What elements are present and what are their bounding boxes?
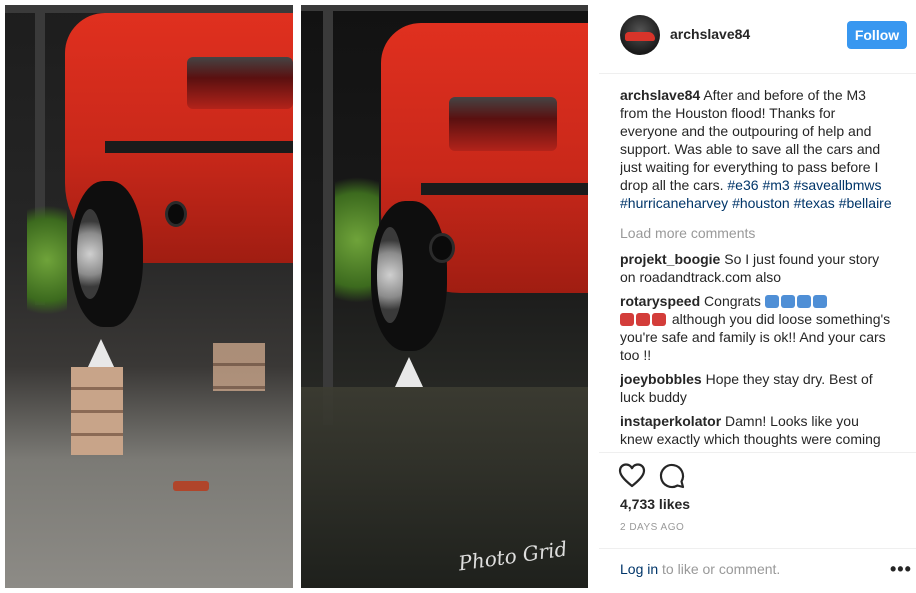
hashtag[interactable]: #hurricaneharvey [620,195,728,211]
hashtag[interactable]: #texas [794,195,835,211]
clap-emoji-icon [812,295,827,308]
post-timestamp[interactable]: 2 DAYS AGO [620,522,684,533]
hashtag[interactable]: #bellaire [839,195,892,211]
bumper-trim [105,141,293,153]
comment-username[interactable]: instaperkolator [620,413,721,429]
comment-text: Congrats [704,293,761,309]
caption-username[interactable]: archslave84 [620,87,700,103]
hundred-emoji-icon [620,313,634,326]
taillight [187,57,293,109]
comment-item: projekt_boogie So I just found your stor… [620,250,892,286]
comments-list[interactable]: archslave84 After and before of the M3 f… [620,86,892,452]
exhaust-tip [429,233,455,263]
outside-greenery [27,195,67,325]
wheel-rim [77,209,103,299]
caption: archslave84 After and before of the M3 f… [620,86,892,212]
hashtag[interactable]: #houston [732,195,790,211]
login-prompt-text: to like or comment. [658,561,781,577]
hundred-emoji-icon [636,313,650,326]
clap-emoji-icon [796,295,811,308]
taillight [449,97,557,151]
ceiling-beam [5,5,293,13]
debris [173,481,209,491]
brick-stack-back [213,343,265,391]
post-header: archslave84 Follow [599,0,916,74]
exhaust-tip [165,201,187,227]
jack-stand [395,357,423,387]
clap-emoji-icon [764,295,779,308]
post-footer: Log in to like or comment. ••• [599,548,916,593]
comment-item: joeybobbles Hope they stay dry. Best of … [620,370,892,406]
post-actions: 4,733 likes 2 DAYS AGO [599,452,916,548]
garage-post [323,5,333,425]
login-link[interactable]: Log in [620,561,658,577]
login-prompt: Log in to like or comment. [620,561,780,577]
load-more-comments-link[interactable]: Load more comments [620,224,892,242]
hashtag[interactable]: #e36 [727,177,758,193]
hundred-emoji-icon [652,313,666,326]
heart-icon[interactable] [617,461,647,491]
wheel-rim [377,227,403,323]
comment-username[interactable]: joeybobbles [620,371,702,387]
avatar-car-shape [625,32,655,41]
like-count[interactable]: 4,733 likes [620,496,690,512]
comment-item: rotaryspeed Congrats although you did lo… [620,292,892,364]
photo-panel-before: Photo Grid [301,5,588,588]
comment-username[interactable]: projekt_boogie [620,251,720,267]
hashtag[interactable]: #m3 [762,177,789,193]
bumper-trim [421,183,588,195]
follow-button[interactable]: Follow [847,21,907,49]
post-sidebar: archslave84 Follow archslave84 After and… [599,0,916,593]
more-options-icon[interactable]: ••• [890,559,912,580]
jack-stand [87,339,115,369]
post-photo[interactable]: Photo Grid [0,0,597,593]
comment-username[interactable]: rotaryspeed [620,293,700,309]
comment-bubble-icon[interactable] [657,461,687,491]
comment-item: instaperkolator Damn! Looks like you kne… [620,412,892,452]
hashtag[interactable]: #saveallbmws [794,177,882,193]
header-username[interactable]: archslave84 [670,26,750,42]
photo-panel-after [5,5,293,588]
brick-stack [71,367,123,455]
ceiling-beam [301,5,588,11]
avatar[interactable] [620,15,660,55]
clap-emoji-icon [780,295,795,308]
